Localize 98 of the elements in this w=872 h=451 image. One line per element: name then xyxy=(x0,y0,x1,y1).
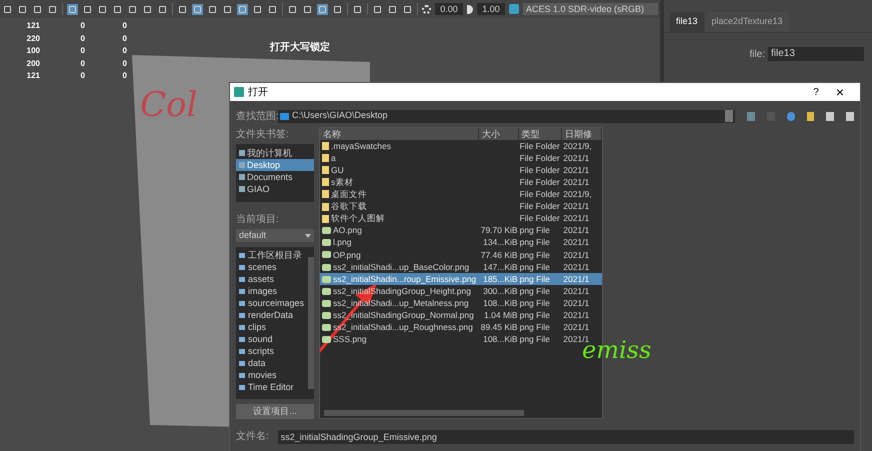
file-row[interactable]: ss2_initialShadin...roup_Emissive.png 185...KiB png File 2021/1 xyxy=(320,273,602,286)
folder-item[interactable]: sourceimages xyxy=(236,297,308,309)
stat-value: 0 xyxy=(122,58,127,70)
toolbar-square-icon[interactable] xyxy=(127,4,138,14)
stat-value: 100 xyxy=(26,45,40,58)
toolbar-square-icon[interactable] xyxy=(112,4,123,14)
toolbar-square-icon[interactable] xyxy=(82,4,93,14)
toolbar-square-icon[interactable] xyxy=(237,4,248,14)
folder-item[interactable]: Time Editor xyxy=(236,381,308,393)
toolbar-square-icon[interactable] xyxy=(142,4,153,14)
toolbar-square-icon[interactable] xyxy=(97,4,108,14)
close-button[interactable]: × xyxy=(830,85,850,99)
toolbar-square-icon[interactable] xyxy=(267,4,278,14)
file-row[interactable]: 软件个人图解 File Folder 2021/1 xyxy=(320,212,602,225)
file-name-field[interactable]: file13 xyxy=(768,47,864,61)
toolbar-square-icon[interactable] xyxy=(387,4,398,14)
toolbar-square-icon[interactable] xyxy=(222,4,233,14)
column-header[interactable]: 类型 xyxy=(518,128,562,140)
scrollbar[interactable] xyxy=(324,410,524,416)
stat-value: 0 xyxy=(80,58,85,70)
look-in-dropdown[interactable]: C:\Users\GIAO\Desktop xyxy=(278,110,736,122)
project-label: 当前项目: xyxy=(236,212,280,227)
folder-item[interactable]: 工作区根目录 xyxy=(236,249,308,261)
color-space-icon[interactable] xyxy=(509,4,519,14)
column-header[interactable]: 日期修 xyxy=(562,128,602,140)
toolbar-square-icon[interactable] xyxy=(302,4,313,14)
file-row[interactable]: AO.png 79.70 KiB png File 2021/1 xyxy=(320,224,602,237)
stat-value: 0 xyxy=(122,70,127,82)
toolbar-square-icon[interactable] xyxy=(287,4,298,14)
scrollbar[interactable] xyxy=(308,257,314,389)
file-row[interactable]: SSS.png 108...KiB png File 2021/1 xyxy=(320,334,602,346)
set-project-button[interactable]: 设置项目... xyxy=(236,404,314,419)
folder-item[interactable]: images xyxy=(236,285,308,297)
bookmarks-label: 文件夹书签: xyxy=(236,128,290,142)
stat-value: 121 xyxy=(26,70,40,82)
file-row[interactable]: 桌面文件 File Folder 2021/9, xyxy=(320,188,602,200)
file-row[interactable]: s素材 File Folder 2021/1 xyxy=(320,176,602,188)
gear-icon[interactable] xyxy=(422,4,431,14)
bookmark-item[interactable]: GIAO xyxy=(236,183,314,195)
bookmark-item[interactable]: 我的计算机 xyxy=(236,147,314,159)
color-space-dropdown[interactable]: ACES 1.0 SDR-video (sRGB) xyxy=(523,3,658,15)
toolbar-square-icon[interactable] xyxy=(352,4,363,14)
app-logo-icon xyxy=(234,87,244,97)
file-row[interactable]: .mayaSwatches File Folder 2021/9, xyxy=(320,140,602,152)
toolbar-square-icon[interactable] xyxy=(332,4,343,14)
exposure-field[interactable]: 0.00 xyxy=(435,3,463,15)
toolbar-square-icon[interactable] xyxy=(67,4,78,14)
toolbar-square-icon[interactable] xyxy=(207,4,218,14)
toolbar-square-icon[interactable] xyxy=(32,4,43,14)
stat-value: 0 xyxy=(80,70,85,82)
toolbar-square-icon[interactable] xyxy=(2,4,13,14)
bookmark-item[interactable]: Desktop xyxy=(236,159,314,171)
file-row[interactable]: ss2_initialShadi...up_BaseColor.png 147...KiB png File 2021/1 xyxy=(320,261,602,274)
stat-value: 220 xyxy=(26,32,40,45)
folder-item[interactable]: movies xyxy=(236,369,308,381)
stat-value: 0 xyxy=(80,45,85,58)
bookmark-item[interactable]: Documents xyxy=(236,171,314,183)
folder-item[interactable]: clips xyxy=(236,321,308,333)
toolbar-square-icon[interactable] xyxy=(252,4,263,14)
stat-value: 0 xyxy=(122,45,127,58)
file-name-field[interactable]: ss2_initialShadingGroup_Emissive.png xyxy=(278,430,854,444)
handwriting: Col xyxy=(140,84,198,127)
file-row[interactable]: 谷歌下载 File Folder 2021/1 xyxy=(320,200,602,213)
toolbar-square-icon[interactable] xyxy=(372,4,383,14)
toolbar-square-icon[interactable] xyxy=(17,4,28,14)
toolbar-square-icon[interactable] xyxy=(157,4,168,14)
column-header[interactable]: 名称 xyxy=(320,128,479,140)
file-name-label: 文件名: xyxy=(236,430,270,444)
project-dropdown[interactable]: default xyxy=(236,229,314,242)
folder-item[interactable]: data xyxy=(236,357,308,369)
file-row[interactable]: a File Folder 2021/1 xyxy=(320,152,602,164)
folder-item[interactable]: scenes xyxy=(236,261,308,273)
file-row[interactable]: GU File Folder 2021/1 xyxy=(320,164,602,176)
stat-value: 0 xyxy=(80,20,85,32)
stat-value: 200 xyxy=(26,58,40,70)
toolbar-square-icon[interactable] xyxy=(317,4,328,14)
column-header[interactable]: 大小 xyxy=(478,128,519,140)
folder-item[interactable]: assets xyxy=(236,273,308,285)
stat-value: 121 xyxy=(26,20,40,32)
toolbar-square-icon[interactable] xyxy=(402,4,413,14)
help-button[interactable]: ? xyxy=(806,84,826,100)
toolbar-square-icon[interactable] xyxy=(177,4,188,14)
toolbar-square-icon[interactable] xyxy=(192,4,203,14)
folder-item[interactable]: renderData xyxy=(236,309,308,321)
dialog-title: 打开 xyxy=(248,86,269,100)
stat-value: 0 xyxy=(122,32,127,45)
tab[interactable]: place2dTexture13 xyxy=(706,12,789,32)
tab[interactable]: file13 xyxy=(670,12,704,32)
stat-value: 0 xyxy=(122,20,127,32)
stat-value: 0 xyxy=(80,32,85,45)
toolbar-square-icon[interactable] xyxy=(47,4,58,14)
file-row[interactable]: OP.png 77.46 KiB png File 2021/1 xyxy=(320,248,602,261)
file-label: file: xyxy=(749,48,765,62)
file-row[interactable]: l.png 134...KiB png File 2021/1 xyxy=(320,236,602,249)
folder-item[interactable]: sound xyxy=(236,333,308,345)
gamma-field[interactable]: 1.00 xyxy=(477,3,505,15)
folder-item[interactable]: scripts xyxy=(236,345,308,357)
viewport-label: 打开大写锁定 xyxy=(270,40,330,55)
